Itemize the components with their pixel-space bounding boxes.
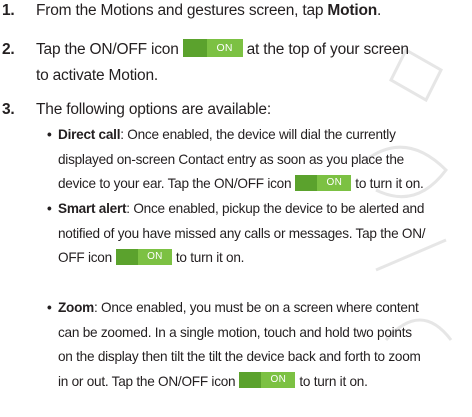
step-bold-term: Motion (327, 2, 378, 19)
step-number: 3. (2, 101, 15, 118)
step-number: 2. (2, 41, 15, 58)
option-term: Direct call (58, 127, 121, 142)
step-2: 2. Tap the ON/OFF icon ON at the top of yo… (0, 37, 472, 89)
bullet-icon: • (47, 300, 52, 315)
on-off-toggle-icon: ON (239, 372, 296, 389)
option-text-line: notified of you have missed any calls or… (58, 225, 426, 241)
on-off-toggle-icon: ON (115, 248, 172, 265)
bullet-icon: • (47, 127, 52, 142)
option-smart-alert: • Smart alert: Once enabled, pickup the … (0, 197, 472, 271)
step-text-continued: to activate Motion. (36, 67, 158, 84)
on-off-toggle-icon: ON (295, 174, 352, 191)
option-term: Zoom (58, 300, 94, 315)
option-zoom: • Zoom: Once enabled, you must be on a s… (0, 296, 472, 416)
option-term: Smart alert (58, 201, 127, 216)
option-text-line: OFF icon ON to turn it on. (58, 248, 245, 265)
option-text-line: displayed on-screen Contact entry as soo… (58, 151, 404, 167)
on-off-toggle-icon: ON (182, 39, 243, 58)
step-text: Tap the ON/OFF icon ON at the top of your … (36, 39, 409, 58)
option-text-line: in or out. Tap the ON/OFF icon ON to turn … (58, 372, 368, 389)
option-text-line: on the display then tilt the tilt the de… (58, 349, 421, 364)
option-text-line: can be zoomed. In a single motion, touch… (58, 324, 412, 340)
option-text-line: device to your ear. Tap the ON/OFF icon O… (58, 174, 424, 191)
manual-page: 1. From the Motions and gestures screen,… (0, 0, 472, 417)
step-text: From the Motions and gestures screen, ta… (36, 2, 382, 19)
step-text: The following options are available: (36, 101, 271, 118)
bullet-icon: • (47, 201, 52, 216)
step-number: 1. (2, 2, 15, 19)
